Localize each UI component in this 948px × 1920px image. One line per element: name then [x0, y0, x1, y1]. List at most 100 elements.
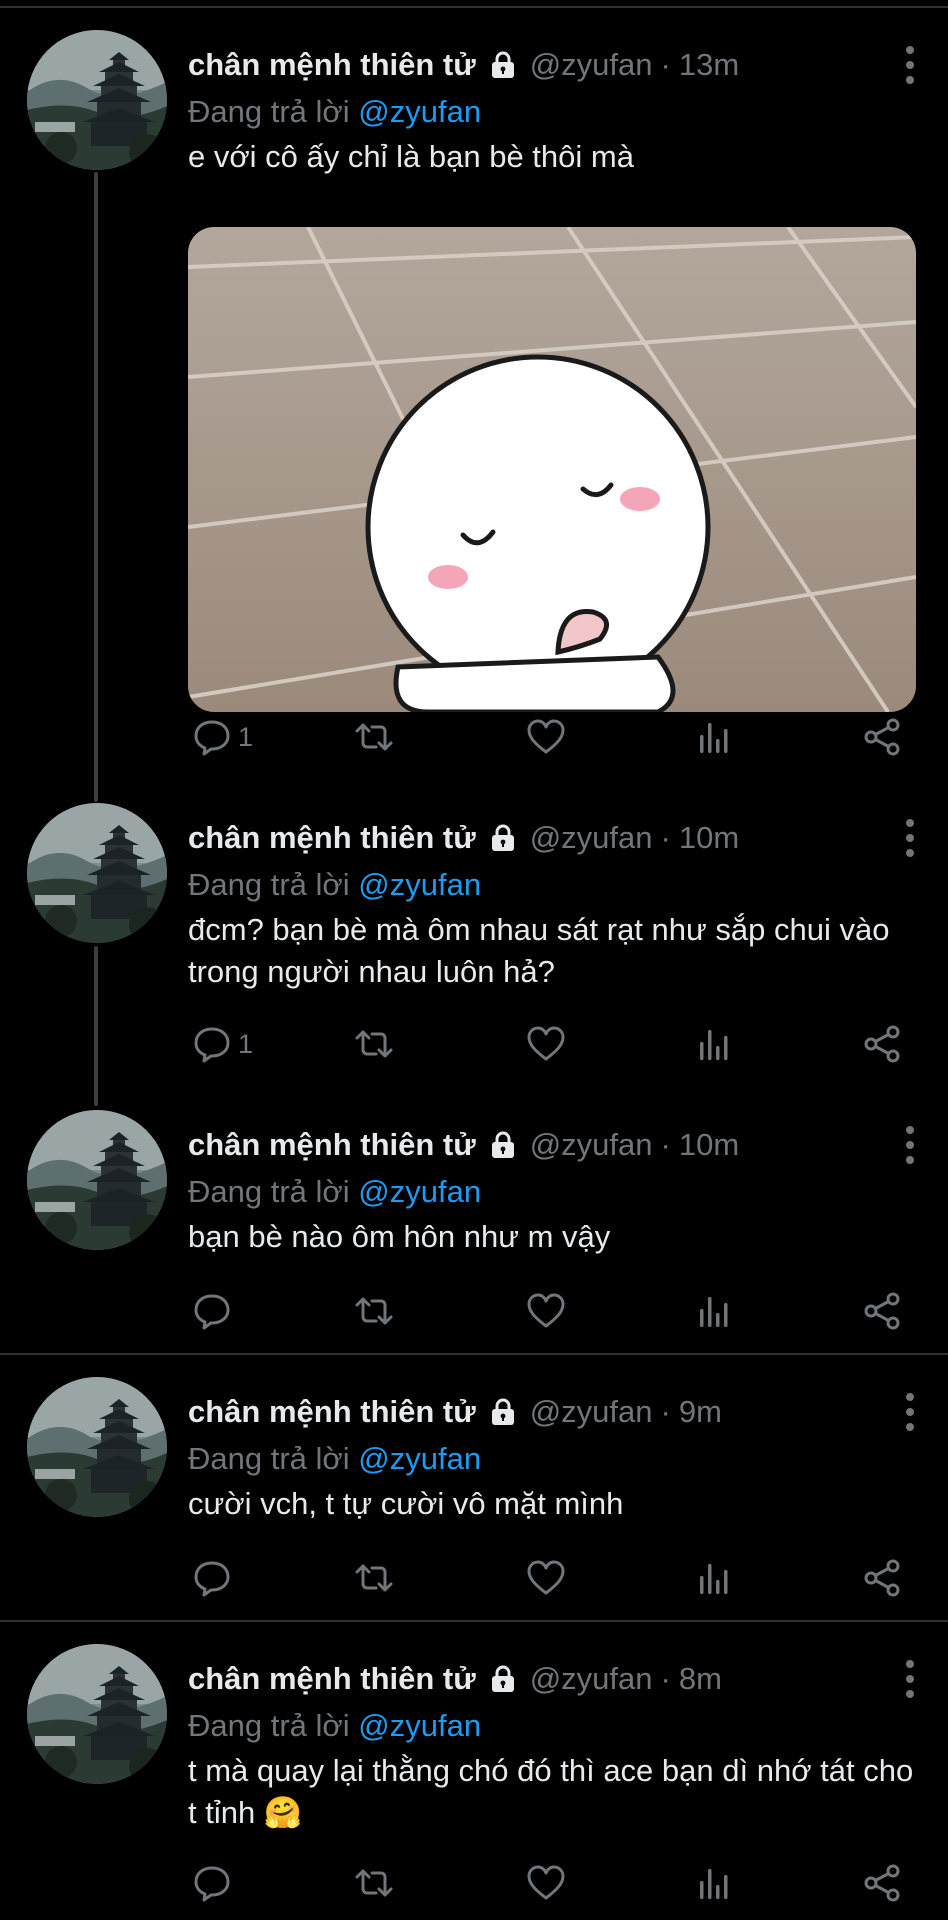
more-vertical-icon[interactable] [892, 42, 928, 88]
replying-to: Đang trả lời @zyufan [188, 1708, 481, 1744]
tweet[interactable]: chân mệnh thiên tử @zyufan · 8m Đang trả… [0, 1634, 948, 1920]
views-button[interactable] [694, 1858, 734, 1908]
heart-icon [526, 1291, 566, 1331]
timestamp[interactable]: 10m [679, 820, 739, 856]
reply-icon [192, 1024, 232, 1064]
handle[interactable]: @zyufan [530, 820, 653, 856]
avatar[interactable] [27, 30, 167, 170]
replying-to-mention[interactable]: @zyufan [358, 1441, 481, 1476]
replying-to: Đang trả lời @zyufan [188, 867, 481, 903]
views-button[interactable] [694, 1286, 734, 1336]
display-name[interactable]: chân mệnh thiên tử [188, 1661, 476, 1697]
retweet-button[interactable] [354, 712, 394, 762]
retweet-button[interactable] [354, 1553, 394, 1603]
handle[interactable]: @zyufan [530, 1661, 653, 1697]
tweet[interactable]: chân mệnh thiên tử @zyufan · 9m Đang trả… [0, 1367, 948, 1617]
timestamp[interactable]: 8m [679, 1661, 722, 1697]
reply-count: 1 [238, 1028, 254, 1059]
replying-to-mention[interactable]: @zyufan [358, 94, 481, 129]
display-name[interactable]: chân mệnh thiên tử [188, 1127, 476, 1163]
share-button[interactable] [862, 1286, 902, 1336]
tweet-media-image[interactable] [188, 227, 916, 712]
retweet-button[interactable] [354, 1019, 394, 1069]
share-icon [862, 1291, 902, 1331]
avatar[interactable] [27, 1110, 167, 1250]
share-button[interactable] [862, 1553, 902, 1603]
like-button[interactable] [526, 1019, 566, 1069]
tweet-actions [0, 1286, 948, 1336]
reply-button[interactable] [192, 1553, 238, 1603]
tweet-actions: 1 [0, 1019, 948, 1069]
display-name[interactable]: chân mệnh thiên tử [188, 47, 476, 83]
like-button[interactable] [526, 1858, 566, 1908]
more-vertical-icon[interactable] [892, 815, 928, 861]
avatar[interactable] [27, 803, 167, 943]
replying-to-mention[interactable]: @zyufan [358, 1174, 481, 1209]
tweet[interactable]: chân mệnh thiên tử @zyufan · 10m Đang tr… [0, 1100, 948, 1350]
replying-to-mention[interactable]: @zyufan [358, 1708, 481, 1743]
reply-button[interactable]: 1 [192, 712, 253, 762]
views-icon [694, 1024, 734, 1064]
more-vertical-icon[interactable] [892, 1656, 928, 1702]
share-button[interactable] [862, 1019, 902, 1069]
views-icon [694, 1291, 734, 1331]
like-button[interactable] [526, 712, 566, 762]
views-button[interactable] [694, 1553, 734, 1603]
retweet-button[interactable] [354, 1858, 394, 1908]
retweet-icon [354, 1024, 394, 1064]
handle[interactable]: @zyufan [530, 1127, 653, 1163]
heart-icon [526, 1024, 566, 1064]
share-button[interactable] [862, 1858, 902, 1908]
tweet-text: bạn bè nào ôm hôn như m vậy [188, 1219, 611, 1254]
tweet-actions: 1 [0, 712, 948, 762]
heart-icon [526, 1863, 566, 1903]
tweet-text: t mà quay lại thằng chó đó thì ace bạn d… [188, 1753, 914, 1830]
avatar[interactable] [27, 1377, 167, 1517]
timestamp[interactable]: 9m [679, 1394, 722, 1430]
views-button[interactable] [694, 1019, 734, 1069]
handle[interactable]: @zyufan [530, 1394, 653, 1430]
lock-icon [488, 50, 518, 80]
timestamp[interactable]: 10m [679, 1127, 739, 1163]
like-button[interactable] [526, 1553, 566, 1603]
tweet[interactable]: chân mệnh thiên tử @zyufan · 10m Đang tr… [0, 793, 948, 1083]
replying-to: Đang trả lời @zyufan [188, 1441, 481, 1477]
tweet-divider [0, 1620, 948, 1622]
tweet[interactable]: chân mệnh thiên tử @zyufan · 13m Đang tr… [0, 20, 948, 765]
reply-button[interactable] [192, 1858, 238, 1908]
heart-icon [526, 1558, 566, 1598]
lock-icon [488, 1130, 518, 1160]
separator-dot: · [660, 1394, 671, 1429]
share-icon [862, 1863, 902, 1903]
like-button[interactable] [526, 1286, 566, 1336]
display-name[interactable]: chân mệnh thiên tử [188, 820, 476, 856]
tweet-actions [0, 1858, 948, 1908]
replying-to-label: Đang trả lời [188, 1174, 350, 1209]
avatar[interactable] [27, 1644, 167, 1784]
lock-icon [488, 823, 518, 853]
top-divider [0, 6, 948, 8]
more-vertical-icon[interactable] [892, 1122, 928, 1168]
reply-button[interactable]: 1 [192, 1019, 253, 1069]
share-button[interactable] [862, 712, 902, 762]
reply-icon [192, 1291, 232, 1331]
views-icon [694, 1863, 734, 1903]
handle[interactable]: @zyufan [530, 47, 653, 83]
heart-icon [526, 717, 566, 757]
lock-icon [488, 1397, 518, 1427]
timestamp[interactable]: 13m [679, 47, 739, 83]
tweet-text: đcm? bạn bè mà ôm nhau sát rạt như sắp c… [188, 912, 890, 989]
replying-to: Đang trả lời @zyufan [188, 94, 481, 130]
views-button[interactable] [694, 712, 734, 762]
replying-to-label: Đang trả lời [188, 1441, 350, 1476]
tweet-actions [0, 1553, 948, 1603]
views-icon [694, 717, 734, 757]
separator-dot: · [660, 820, 671, 855]
reply-button[interactable] [192, 1286, 238, 1336]
more-vertical-icon[interactable] [892, 1389, 928, 1435]
retweet-button[interactable] [354, 1286, 394, 1336]
separator-dot: · [660, 1661, 671, 1696]
display-name[interactable]: chân mệnh thiên tử [188, 1394, 476, 1430]
replying-to-mention[interactable]: @zyufan [358, 867, 481, 902]
retweet-icon [354, 1291, 394, 1331]
